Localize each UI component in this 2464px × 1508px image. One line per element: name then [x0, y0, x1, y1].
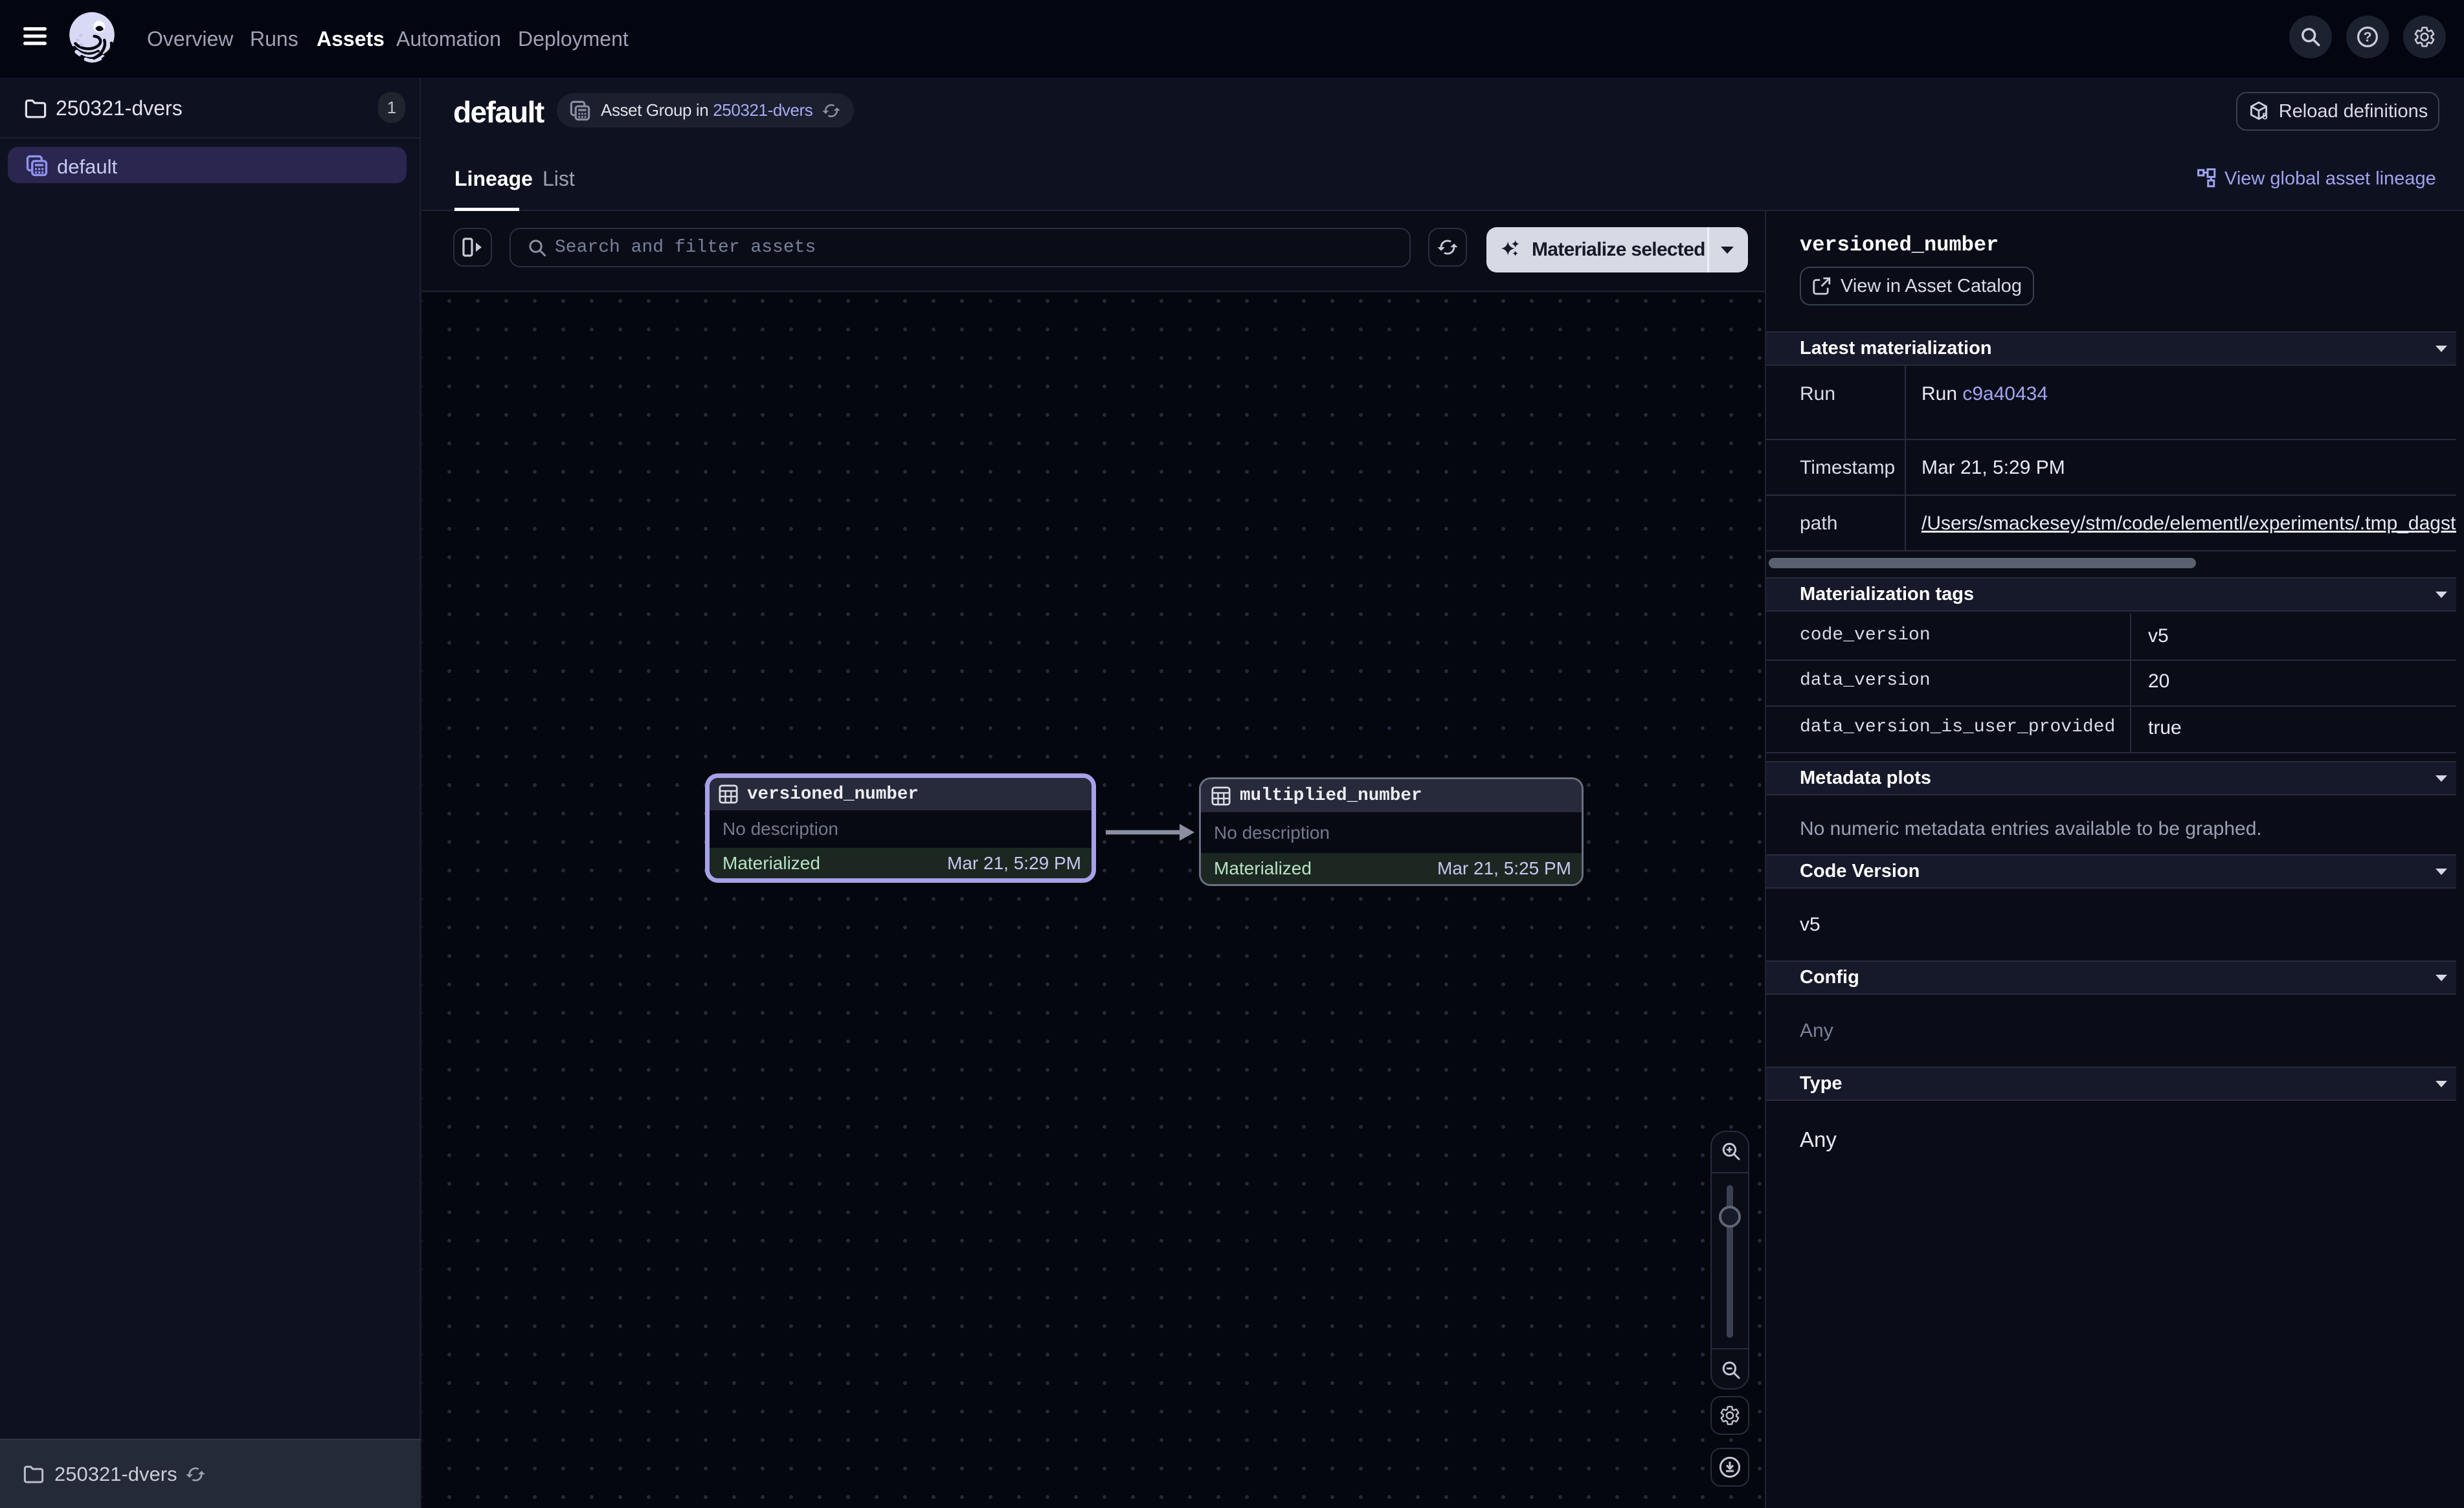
- svg-text:?: ?: [2364, 30, 2372, 45]
- svg-text:5: 5: [2262, 111, 2267, 122]
